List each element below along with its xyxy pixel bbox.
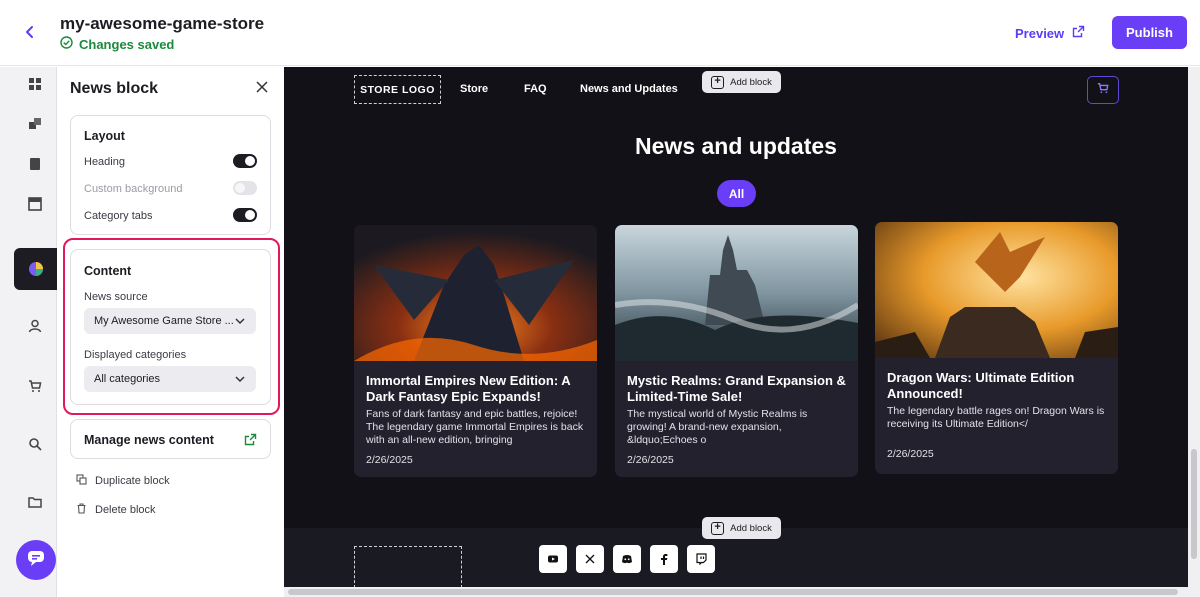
vertical-scroll-thumb[interactable] [1191, 449, 1197, 559]
youtube-icon[interactable] [539, 545, 567, 573]
manage-news-label: Manage news content [84, 433, 214, 447]
preview-label: Preview [1015, 25, 1065, 41]
trash-icon [76, 503, 87, 517]
cart-button[interactable] [1087, 76, 1119, 104]
news-date: 2/26/2025 [887, 448, 934, 460]
page-icon[interactable] [28, 157, 46, 175]
user-icon[interactable] [28, 319, 46, 337]
custom-background-label: Custom background [84, 183, 183, 195]
store-logo-placeholder[interactable]: STORE LOGO [354, 75, 441, 104]
news-title: Dragon Wars: Ultimate Edition Announced! [887, 370, 1075, 401]
news-desc: The legendary battle rages on! Dragon Wa… [887, 405, 1105, 430]
horizontal-scroll-thumb[interactable] [288, 589, 1178, 595]
custom-background-toggle[interactable] [233, 181, 257, 195]
duplicate-block-button[interactable]: Duplicate block [76, 474, 170, 488]
tab-all[interactable]: All [717, 180, 756, 207]
nav-store[interactable]: Store [460, 83, 488, 95]
publish-button[interactable]: Publish [1112, 16, 1187, 49]
news-image-dragon-fire [354, 225, 597, 361]
news-card[interactable]: Dragon Wars: Ultimate Edition Announced!… [875, 222, 1118, 474]
cart-icon[interactable] [28, 379, 46, 397]
plus-square-icon: + [711, 75, 725, 89]
add-block-label: Add block [730, 522, 772, 534]
palette-icon [28, 261, 44, 282]
footer-logo-placeholder[interactable] [354, 546, 462, 587]
content-highlight-outline [63, 238, 280, 415]
vertical-scrollbar[interactable] [1188, 67, 1200, 597]
store-footer: + Add block [284, 517, 1188, 587]
save-status-label: Changes saved [79, 36, 175, 52]
add-block-button-bottom[interactable]: + Add block [702, 517, 781, 539]
folder-icon[interactable] [28, 495, 46, 513]
news-image-golden-dragon [875, 222, 1118, 358]
plus-square-icon: + [711, 521, 725, 535]
add-block-button-top[interactable]: + Add block [702, 71, 781, 93]
left-rail [0, 67, 57, 597]
category-tabs-label: Category tabs [84, 210, 153, 222]
layout-title: Layout [84, 129, 125, 143]
chat-icon [26, 548, 46, 573]
x-icon[interactable] [576, 545, 604, 573]
preview-button[interactable]: Preview [1015, 25, 1085, 41]
external-link-icon [1072, 25, 1085, 41]
heading-toggle[interactable] [233, 154, 257, 168]
grid-icon[interactable] [28, 77, 46, 95]
blocks-icon[interactable] [28, 117, 46, 135]
news-desc: The mystical world of Mystic Realms is g… [627, 408, 808, 446]
manage-news-button[interactable]: Manage news content [70, 419, 271, 459]
news-date: 2/26/2025 [366, 454, 413, 466]
delete-block-label: Delete block [95, 504, 156, 516]
search-icon[interactable] [28, 437, 46, 455]
layout-icon[interactable] [28, 197, 46, 215]
heading-label: Heading [84, 156, 125, 168]
facebook-icon[interactable] [650, 545, 678, 573]
news-card[interactable]: Immortal Empires New Edition: A Dark Fan… [354, 225, 597, 477]
add-block-label: Add block [730, 76, 772, 88]
copy-icon [76, 474, 87, 488]
back-arrow-icon[interactable] [18, 20, 42, 44]
discord-icon[interactable] [613, 545, 641, 573]
check-circle-icon [60, 36, 73, 52]
panel-title: News block [70, 80, 159, 97]
close-icon[interactable] [255, 80, 271, 96]
cart-icon [1097, 81, 1109, 99]
news-date: 2/26/2025 [627, 454, 674, 466]
news-heading: News and updates [635, 133, 837, 159]
external-link-icon [244, 433, 258, 447]
news-title: Immortal Empires New Edition: A Dark Fan… [366, 373, 571, 404]
news-image-castle [615, 225, 858, 361]
store-preview-canvas: STORE LOGO Store FAQ News and Updates + … [284, 67, 1188, 587]
news-title: Mystic Realms: Grand Expansion & Limited… [627, 373, 846, 404]
chat-support-button[interactable] [16, 540, 56, 580]
delete-block-button[interactable]: Delete block [76, 503, 156, 517]
twitch-icon[interactable] [687, 545, 715, 573]
store-name: my-awesome-game-store [60, 14, 265, 33]
nav-news[interactable]: News and Updates [580, 83, 678, 95]
top-bar: my-awesome-game-store Changes saved Prev… [0, 0, 1200, 66]
news-desc: Fans of dark fantasy and epic battles, r… [366, 408, 584, 446]
nav-faq[interactable]: FAQ [524, 83, 547, 95]
duplicate-block-label: Duplicate block [95, 475, 170, 487]
theme-nav-active[interactable] [14, 248, 57, 290]
layout-card: Layout Heading Custom background Categor… [70, 115, 271, 235]
save-status: Changes saved [60, 36, 174, 52]
category-tabs-toggle[interactable] [233, 208, 257, 222]
news-card[interactable]: Mystic Realms: Grand Expansion & Limited… [615, 225, 858, 477]
horizontal-scrollbar[interactable] [284, 587, 1188, 597]
